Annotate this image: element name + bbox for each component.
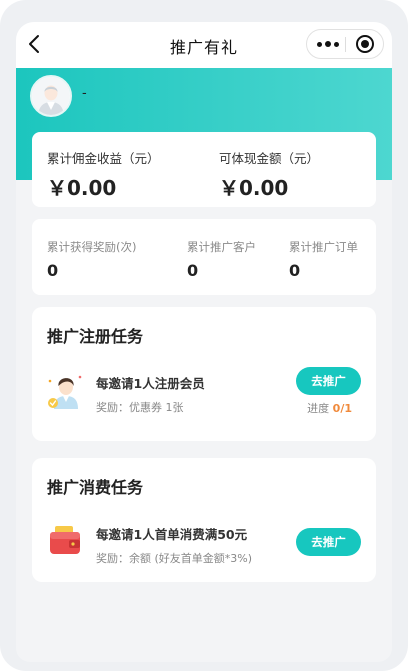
user-name: - [82, 86, 87, 101]
consume-task-card: 推广消费任务 每邀请1人首单消费满50元 奖励：余额 (好友首单金额*3%) 去… [32, 458, 376, 582]
wallet-icon [50, 526, 80, 554]
inviting-person-icon [48, 375, 82, 409]
register-task-card: 推广注册任务 每邀请1人注册会员 奖励：优惠券 1张 去推广 进度 0/1 [32, 307, 376, 441]
cumulative-commission-label: 累计佣金收益（元） [47, 151, 160, 166]
stat-value: 0 [187, 261, 199, 280]
stat-value: 0 [289, 261, 301, 280]
task-name: 每邀请1人注册会员 [96, 376, 205, 391]
stat-customers: 累计推广客户 0 [187, 239, 256, 280]
task-progress: 进度 0/1 [307, 400, 352, 416]
earnings-card: 累计佣金收益（元） ￥0.00 可体现金额（元） ￥0.00 [32, 132, 376, 207]
mini-program-capsule [306, 29, 384, 59]
phone-frame: 推广有礼 - 累计佣金收益（元） ￥0.00 可体现金额（元） ￥0.00 累计… [0, 0, 408, 671]
target-close-icon[interactable] [356, 35, 374, 53]
section-title: 推广注册任务 [47, 327, 144, 346]
more-dots-icon[interactable] [315, 36, 341, 52]
section-title: 推广消费任务 [47, 478, 144, 497]
user-avatar-icon [32, 77, 70, 115]
stats-card: 累计获得奖励(次) 0 累计推广客户 0 累计推广订单 0 [32, 219, 376, 295]
cumulative-commission-value: ￥0.00 [47, 176, 117, 200]
task-reward: 奖励：余额 (好友首单金额*3%) [96, 552, 253, 565]
progress-label: 进度 [307, 402, 330, 415]
stat-orders: 累计推广订单 0 [289, 239, 358, 280]
progress-value: 0/1 [332, 402, 352, 415]
stat-rewards: 累计获得奖励(次) 0 [47, 239, 136, 280]
task-name: 每邀请1人首单消费满50元 [96, 527, 248, 542]
stat-label: 累计推广客户 [187, 240, 256, 254]
nav-bar: 推广有礼 [16, 22, 392, 68]
withdrawable-amount: 可体现金额（元） ￥0.00 [219, 148, 319, 201]
withdrawable-amount-value: ￥0.00 [219, 176, 289, 200]
stat-label: 累计获得奖励(次) [47, 240, 137, 254]
promote-consume-button[interactable]: 去推广 [296, 528, 361, 556]
avatar[interactable] [30, 75, 72, 117]
promote-register-button[interactable]: 去推广 [296, 367, 361, 395]
cumulative-commission: 累计佣金收益（元） ￥0.00 [47, 148, 160, 201]
stat-value: 0 [47, 261, 59, 280]
withdrawable-amount-label: 可体现金额（元） [219, 151, 320, 166]
capsule-divider [345, 37, 346, 52]
task-reward: 奖励：优惠券 1张 [96, 401, 184, 414]
app-screen: 推广有礼 - 累计佣金收益（元） ￥0.00 可体现金额（元） ￥0.00 累计… [16, 22, 392, 662]
stat-label: 累计推广订单 [289, 240, 358, 254]
